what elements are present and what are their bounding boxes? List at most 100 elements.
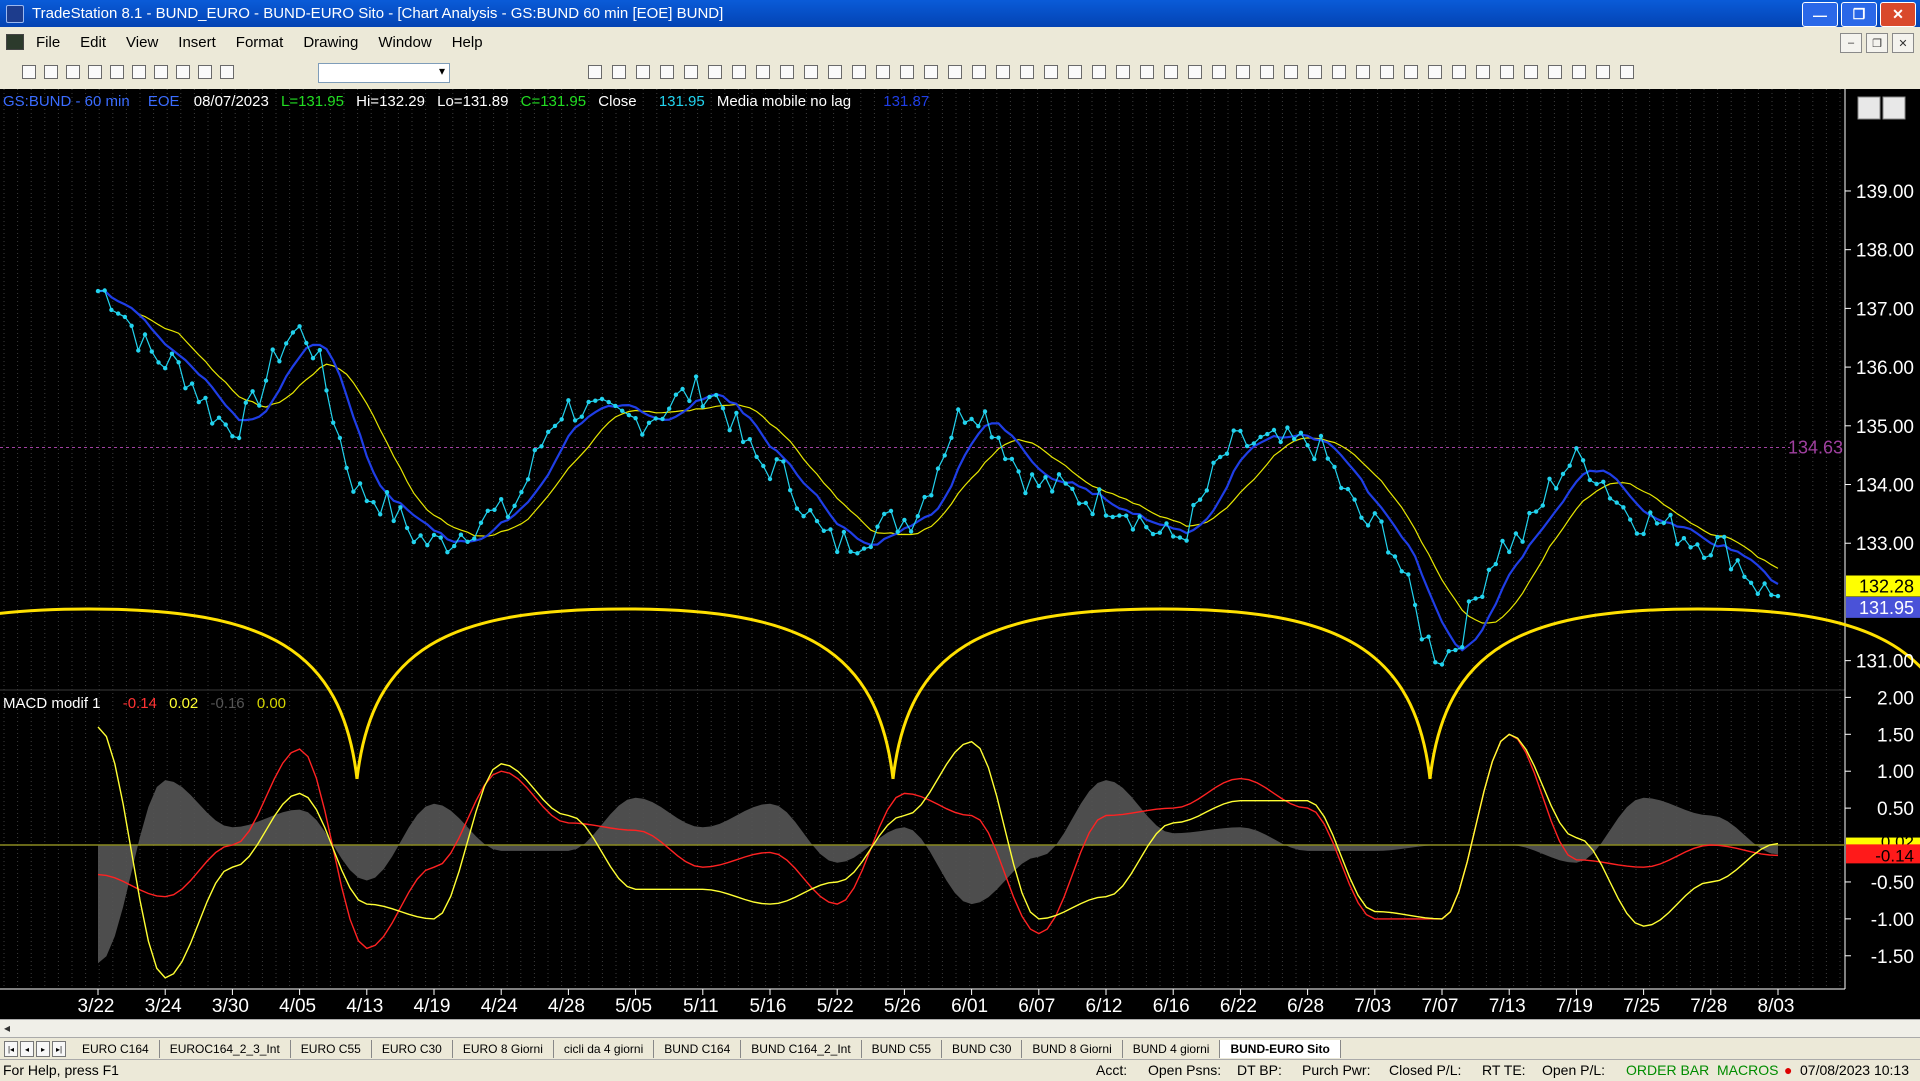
toolbar-icon[interactable]	[588, 65, 602, 79]
toolbar-icon[interactable]	[1188, 65, 1202, 79]
menu-drawing[interactable]: Drawing	[293, 34, 368, 51]
menu-format[interactable]: Format	[226, 34, 294, 51]
toolbar-icon[interactable]	[876, 65, 890, 79]
toolbar-icon[interactable]	[828, 65, 842, 79]
toolbar-icon[interactable]	[1020, 65, 1034, 79]
panel-minimize-button[interactable]	[1857, 96, 1881, 120]
toolbar-icon[interactable]	[948, 65, 962, 79]
toolbar-icon[interactable]	[1596, 65, 1610, 79]
toolbar-icon[interactable]	[780, 65, 794, 79]
status-macros[interactable]: MACROS	[1717, 1062, 1778, 1078]
menu-view[interactable]: View	[116, 34, 168, 51]
scroll-left-icon[interactable]: ◂	[4, 1021, 10, 1035]
toolbar-icon[interactable]	[924, 65, 938, 79]
tab-1[interactable]: EUROC164_2_3_Int	[160, 1040, 291, 1058]
tab-last-icon[interactable]: ▸|	[52, 1041, 66, 1057]
price-point	[915, 514, 920, 519]
chart-window-icon[interactable]	[6, 34, 24, 50]
tab-prev-icon[interactable]: ◂	[20, 1041, 34, 1057]
toolbar-icon[interactable]	[1548, 65, 1562, 79]
price-point	[1399, 569, 1404, 574]
tab-6[interactable]: BUND C164	[654, 1040, 742, 1058]
toolbar-icon[interactable]	[636, 65, 650, 79]
tab-first-icon[interactable]: |◂	[4, 1041, 18, 1057]
toolbar-icon[interactable]	[1068, 65, 1082, 79]
toolbar-icon[interactable]	[1356, 65, 1370, 79]
toolbar-icon[interactable]	[1476, 65, 1490, 79]
toolbar-icon[interactable]	[1260, 65, 1274, 79]
toolbar-icon[interactable]	[732, 65, 746, 79]
tab-3[interactable]: EURO C30	[372, 1040, 453, 1058]
menu-edit[interactable]: Edit	[70, 34, 116, 51]
toolbar-icon[interactable]	[1236, 65, 1250, 79]
toolbar-combo[interactable]	[318, 63, 450, 83]
close-button[interactable]: ✕	[1880, 2, 1916, 27]
tab-12[interactable]: BUND-EURO Sito	[1220, 1040, 1341, 1058]
toolbar-icon[interactable]	[1092, 65, 1106, 79]
horizontal-scrollbar[interactable]: ◂	[0, 1019, 1920, 1038]
tab-8[interactable]: BUND C55	[862, 1040, 943, 1058]
tab-0[interactable]: EURO C164	[72, 1040, 160, 1058]
toolbar-icon[interactable]	[110, 65, 124, 79]
menu-window[interactable]: Window	[368, 34, 441, 51]
minimize-button[interactable]: —	[1802, 2, 1838, 27]
toolbar-icon[interactable]	[1140, 65, 1154, 79]
menu-help[interactable]: Help	[442, 34, 493, 51]
toolbar-icon[interactable]	[852, 65, 866, 79]
toolbar-icon[interactable]	[44, 65, 58, 79]
tab-9[interactable]: BUND C30	[942, 1040, 1023, 1058]
mdi-restore-button[interactable]: ❐	[1866, 33, 1888, 53]
toolbar-icon[interactable]	[1524, 65, 1538, 79]
tab-2[interactable]: EURO C55	[291, 1040, 372, 1058]
toolbar-icon[interactable]	[1044, 65, 1058, 79]
toolbar-icon[interactable]	[1212, 65, 1226, 79]
toolbar-icon[interactable]	[1428, 65, 1442, 79]
toolbar-icon[interactable]	[708, 65, 722, 79]
toolbar-icon[interactable]	[1164, 65, 1178, 79]
toolbar-icon[interactable]	[154, 65, 168, 79]
toolbar-icon[interactable]	[1620, 65, 1634, 79]
toolbar-icon[interactable]	[804, 65, 818, 79]
toolbar-icon[interactable]	[1116, 65, 1130, 79]
toolbar-icon[interactable]	[220, 65, 234, 79]
toolbar-icon[interactable]	[1404, 65, 1418, 79]
toolbar-icon[interactable]	[1572, 65, 1586, 79]
toolbar-icon[interactable]	[612, 65, 626, 79]
price-point	[1580, 458, 1586, 463]
toolbar-icon[interactable]	[900, 65, 914, 79]
tab-next-icon[interactable]: ▸	[36, 1041, 50, 1057]
menu-file[interactable]: File	[26, 34, 70, 51]
tab-11[interactable]: BUND 4 giorni	[1123, 1040, 1221, 1058]
toolbar-icon[interactable]	[1284, 65, 1298, 79]
toolbar-icon[interactable]	[1308, 65, 1322, 79]
toolbar-icon[interactable]	[1500, 65, 1514, 79]
toolbar-icon[interactable]	[198, 65, 212, 79]
mdi-minimize-button[interactable]: –	[1840, 33, 1862, 53]
toolbar-icon[interactable]	[756, 65, 770, 79]
price-point	[1197, 497, 1203, 502]
status-order-bar[interactable]: ORDER BAR	[1626, 1062, 1709, 1078]
toolbar-icon[interactable]	[1452, 65, 1466, 79]
toolbar-icon[interactable]	[22, 65, 36, 79]
toolbar-icon[interactable]	[66, 65, 80, 79]
toolbar-icon[interactable]	[660, 65, 674, 79]
toolbar-icon[interactable]	[972, 65, 986, 79]
price-point	[1648, 510, 1653, 515]
tab-7[interactable]: BUND C164_2_Int	[741, 1040, 862, 1058]
price-point	[431, 532, 437, 538]
price-point	[1621, 505, 1626, 510]
tab-4[interactable]: EURO 8 Giorni	[453, 1040, 554, 1058]
toolbar-icon[interactable]	[684, 65, 698, 79]
menu-insert[interactable]: Insert	[168, 34, 226, 51]
toolbar-icon[interactable]	[176, 65, 190, 79]
tab-10[interactable]: BUND 8 Giorni	[1022, 1040, 1123, 1058]
mdi-close-button[interactable]: ✕	[1892, 33, 1914, 53]
tab-5[interactable]: cicli da 4 giorni	[554, 1040, 655, 1058]
toolbar-icon[interactable]	[996, 65, 1010, 79]
toolbar-icon[interactable]	[132, 65, 146, 79]
toolbar-icon[interactable]	[88, 65, 102, 79]
toolbar-icon[interactable]	[1332, 65, 1346, 79]
panel-restore-button[interactable]	[1882, 96, 1906, 120]
toolbar-icon[interactable]	[1380, 65, 1394, 79]
maximize-button[interactable]: ❐	[1841, 2, 1877, 27]
